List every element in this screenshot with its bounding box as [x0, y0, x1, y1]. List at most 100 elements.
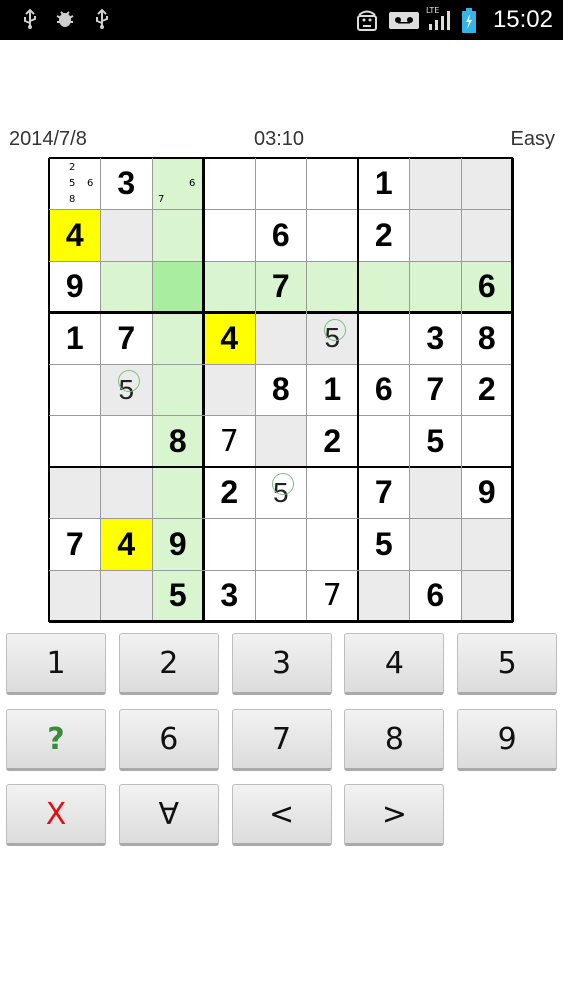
board-cell-r4c8[interactable]: 3 — [409, 312, 461, 364]
board-cell-r8c4[interactable] — [203, 518, 255, 570]
board-cell-r1c2[interactable]: 3 — [100, 158, 152, 210]
board-cell-r7c1[interactable] — [49, 467, 101, 519]
board-cell-r9c6[interactable]: 7 — [306, 570, 358, 622]
board-cell-r3c1[interactable]: 9 — [49, 261, 101, 313]
board-cell-r7c4[interactable]: 2 — [203, 467, 255, 519]
board-cell-r1c5[interactable] — [255, 158, 307, 210]
board-cell-r1c9[interactable] — [461, 158, 513, 210]
hint-button[interactable]: ? — [6, 709, 106, 771]
board-cell-r3c2[interactable] — [100, 261, 152, 313]
board-cell-r6c7[interactable] — [358, 415, 410, 467]
board-cell-r6c3[interactable]: 8 — [152, 415, 204, 467]
board-cell-r5c9[interactable]: 2 — [461, 364, 513, 416]
board-cell-r7c9[interactable]: 9 — [461, 467, 513, 519]
board-cell-r9c9[interactable] — [461, 570, 513, 622]
board-cell-r8c5[interactable] — [255, 518, 307, 570]
board-cell-r1c7[interactable]: 1 — [358, 158, 410, 210]
board-cell-r6c4[interactable]: 7 — [203, 415, 255, 467]
board-cell-r4c4[interactable]: 4 — [203, 312, 255, 364]
board-cell-r2c5[interactable]: 6 — [255, 209, 307, 261]
board-cell-r4c1[interactable]: 1 — [49, 312, 101, 364]
board-cell-r9c4[interactable]: 3 — [203, 570, 255, 622]
digit-6-button[interactable]: 6 — [118, 709, 219, 771]
board-cell-r9c7[interactable] — [358, 570, 410, 622]
board-cell-r7c8[interactable] — [409, 467, 461, 519]
board-cell-r9c1[interactable] — [49, 570, 101, 622]
hint-marker-icon — [323, 318, 346, 341]
board-cell-r8c1[interactable]: 7 — [49, 518, 101, 570]
board-cell-r2c3[interactable] — [152, 209, 204, 261]
board-cell-r5c6[interactable]: 1 — [306, 364, 358, 416]
board-cell-r4c5[interactable] — [255, 312, 307, 364]
board-cell-r2c2[interactable] — [100, 209, 152, 261]
board-cell-r6c1[interactable] — [49, 415, 101, 467]
board-cell-r8c6[interactable] — [306, 518, 358, 570]
board-cell-r8c7[interactable]: 5 — [358, 518, 410, 570]
board-cell-r8c9[interactable] — [461, 518, 513, 570]
board-cell-r2c8[interactable] — [409, 209, 461, 261]
board-cell-r5c8[interactable]: 7 — [409, 364, 461, 416]
digit-9-button[interactable]: 9 — [457, 709, 558, 771]
board-cell-r2c9[interactable] — [461, 209, 513, 261]
board-cell-r3c5[interactable]: 7 — [255, 261, 307, 313]
board-cell-r6c8[interactable]: 5 — [409, 415, 461, 467]
grid-line — [511, 158, 514, 622]
board-cell-r4c3[interactable] — [152, 312, 204, 364]
board-cell-r9c3[interactable]: 5 — [152, 570, 204, 622]
board-cell-r5c5[interactable]: 8 — [255, 364, 307, 416]
digit-4-button[interactable]: 4 — [344, 633, 445, 695]
board-cell-r8c8[interactable] — [409, 518, 461, 570]
board-cell-r3c8[interactable] — [409, 261, 461, 313]
board-cell-r7c7[interactable]: 7 — [358, 467, 410, 519]
board-cell-r3c9[interactable]: 6 — [461, 261, 513, 313]
board-cell-r6c2[interactable] — [100, 415, 152, 467]
redo-button[interactable]: > — [344, 784, 445, 846]
board-cell-r5c4[interactable] — [203, 364, 255, 416]
digit-2-button[interactable]: 2 — [118, 633, 219, 695]
grid-line — [409, 158, 410, 622]
digit-7-button[interactable]: 7 — [231, 709, 332, 771]
digit-5-button[interactable]: 5 — [457, 633, 558, 695]
board-cell-r5c7[interactable]: 6 — [358, 364, 410, 416]
board-cell-r4c2[interactable]: 7 — [100, 312, 152, 364]
all-notes-button[interactable]: ∀ — [118, 784, 219, 846]
undo-button[interactable]: < — [231, 784, 332, 846]
board-cell-r3c3[interactable] — [152, 261, 204, 313]
board-cell-r7c5[interactable]: 5 — [255, 467, 307, 519]
pencil-note: 6 — [87, 178, 94, 189]
board-cell-r1c6[interactable] — [306, 158, 358, 210]
board-cell-r8c2[interactable]: 4 — [100, 518, 152, 570]
board-cell-r7c6[interactable] — [306, 467, 358, 519]
battery-icon — [461, 8, 477, 33]
board-cell-r6c6[interactable]: 2 — [306, 415, 358, 467]
digit-8-button[interactable]: 8 — [344, 709, 445, 771]
board-cell-r4c9[interactable]: 8 — [461, 312, 513, 364]
board-cell-r5c1[interactable] — [49, 364, 101, 416]
pencil-note: 6 — [189, 178, 196, 189]
grid-line — [49, 518, 513, 519]
board-cell-r2c6[interactable] — [306, 209, 358, 261]
board-cell-r1c4[interactable] — [203, 158, 255, 210]
board-cell-r5c3[interactable] — [152, 364, 204, 416]
clear-button[interactable]: X — [6, 784, 106, 846]
board-cell-r3c6[interactable] — [306, 261, 358, 313]
board-cell-r7c3[interactable] — [152, 467, 204, 519]
board-cell-r7c2[interactable] — [100, 467, 152, 519]
board-cell-r8c3[interactable]: 9 — [152, 518, 204, 570]
board-cell-r6c9[interactable] — [461, 415, 513, 467]
board-cell-r9c8[interactable]: 6 — [409, 570, 461, 622]
board-cell-r1c8[interactable] — [409, 158, 461, 210]
board-cell-r2c7[interactable]: 2 — [358, 209, 410, 261]
board-cell-r4c6[interactable]: 5 — [306, 312, 358, 364]
board-cell-r6c5[interactable] — [255, 415, 307, 467]
board-cell-r2c1[interactable]: 4 — [49, 209, 101, 261]
board-cell-r5c2[interactable]: 5 — [100, 364, 152, 416]
digit-3-button[interactable]: 3 — [231, 633, 332, 695]
board-cell-r9c2[interactable] — [100, 570, 152, 622]
digit-1-button[interactable]: 1 — [6, 633, 106, 695]
board-cell-r3c7[interactable] — [358, 261, 410, 313]
board-cell-r3c4[interactable] — [203, 261, 255, 313]
board-cell-r4c7[interactable] — [358, 312, 410, 364]
board-cell-r2c4[interactable] — [203, 209, 255, 261]
board-cell-r9c5[interactable] — [255, 570, 307, 622]
